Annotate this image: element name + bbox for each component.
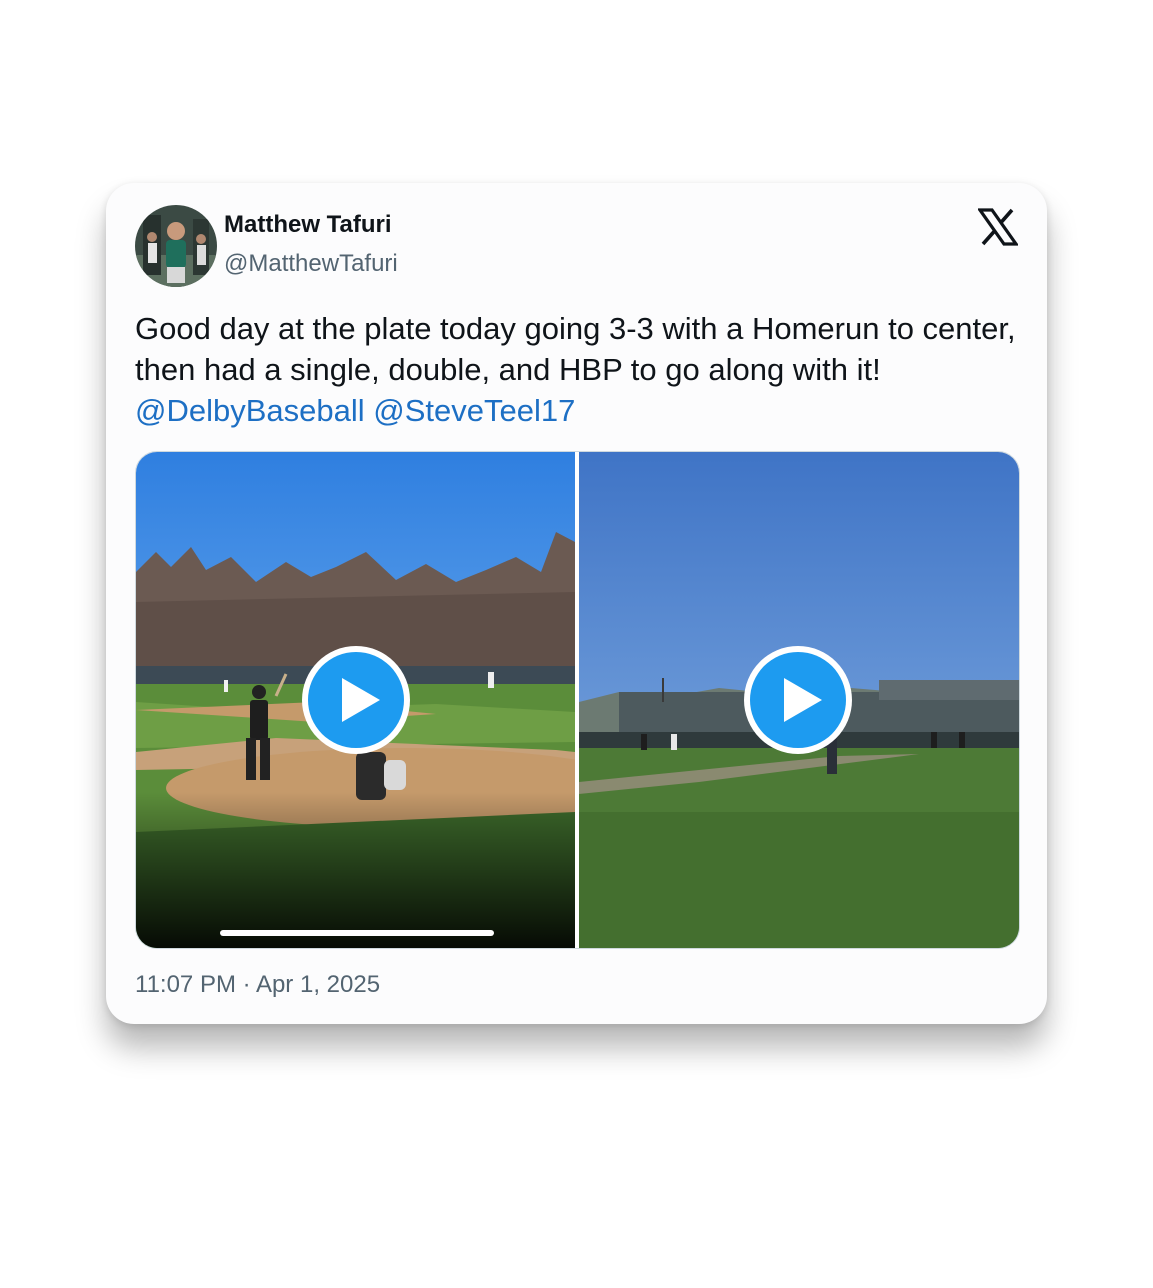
tweet-card[interactable]: Matthew Tafuri @MatthewTafuri Good day a… bbox=[106, 183, 1047, 1024]
author-name[interactable]: Matthew Tafuri bbox=[224, 211, 392, 239]
play-icon bbox=[744, 646, 852, 754]
play-icon bbox=[302, 646, 410, 754]
author-handle[interactable]: @MatthewTafuri bbox=[224, 250, 398, 278]
mention-separator bbox=[365, 393, 374, 428]
play-button-left[interactable] bbox=[300, 644, 412, 756]
video-progress-bar[interactable] bbox=[220, 930, 494, 936]
mention-steveteel17[interactable]: @SteveTeel17 bbox=[373, 393, 575, 428]
play-button-right[interactable] bbox=[742, 644, 854, 756]
x-logo-icon[interactable] bbox=[976, 207, 1020, 247]
timestamp[interactable]: 11:07 PM · Apr 1, 2025 bbox=[135, 971, 380, 999]
media-grid bbox=[135, 451, 1020, 949]
tweet-body: Good day at the plate today going 3-3 wi… bbox=[135, 311, 1016, 387]
video-thumbnail-batter[interactable] bbox=[136, 452, 575, 948]
tweet-text: Good day at the plate today going 3-3 wi… bbox=[135, 308, 1025, 431]
video-thumbnail-outfield[interactable] bbox=[579, 452, 1019, 948]
avatar[interactable] bbox=[135, 205, 217, 287]
mention-delbybaseball[interactable]: @DelbyBaseball bbox=[135, 393, 365, 428]
